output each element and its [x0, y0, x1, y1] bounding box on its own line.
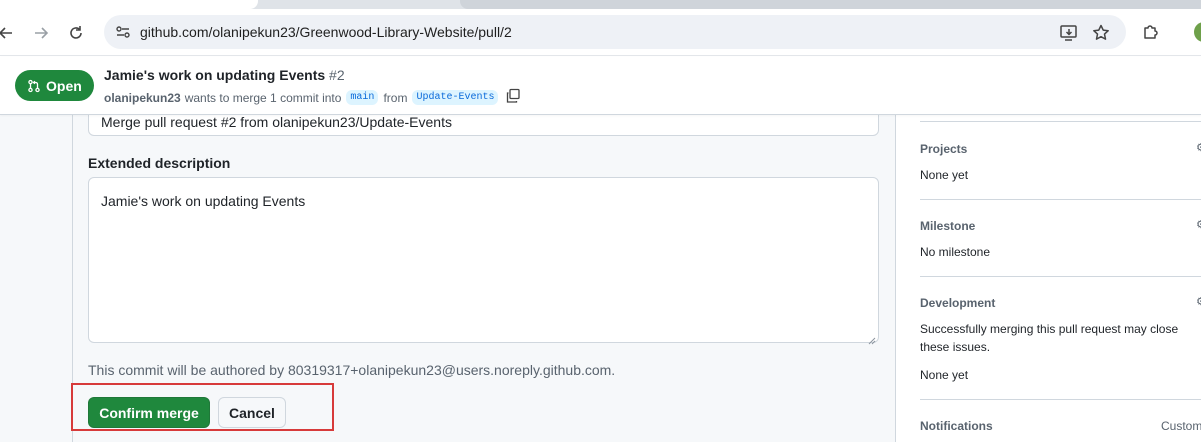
sidebar-divider — [920, 121, 1201, 122]
development-gear-icon[interactable]: ⚙ — [1196, 295, 1201, 308]
projects-value: None yet — [920, 168, 969, 182]
development-value: None yet — [920, 368, 969, 382]
pr-title-text: Jamie's work on updating Events — [104, 67, 326, 83]
notifications-customize-link[interactable]: Customize — [1161, 419, 1201, 433]
install-app-icon[interactable] — [1059, 23, 1079, 43]
active-tab-edge[interactable] — [0, 0, 258, 9]
cancel-button[interactable]: Cancel — [218, 397, 286, 428]
browser-toolbar: github.com/olanipekun23/Greenwood-Librar… — [0, 9, 1201, 56]
milestone-heading[interactable]: Milestone — [920, 219, 975, 233]
inactive-tab-edge[interactable] — [460, 0, 1201, 9]
address-bar[interactable]: github.com/olanipekun23/Greenwood-Librar… — [104, 15, 1126, 49]
copy-icon[interactable] — [505, 88, 521, 107]
projects-gear-icon[interactable]: ⚙ — [1196, 141, 1201, 154]
base-branch-label[interactable]: main — [346, 90, 379, 105]
pr-number: #2 — [329, 67, 345, 83]
pr-meta-text: wants to merge 1 commit into — [184, 90, 342, 105]
extensions-puzzle-icon[interactable] — [1141, 22, 1161, 42]
milestone-gear-icon[interactable]: ⚙ — [1196, 218, 1201, 231]
pr-meta: olanipekun23 wants to merge 1 commit int… — [104, 88, 521, 107]
resize-grip-icon[interactable] — [868, 332, 876, 345]
url-text[interactable]: github.com/olanipekun23/Greenwood-Librar… — [140, 24, 512, 40]
reload-icon[interactable] — [64, 21, 88, 45]
pr-state-badge: Open — [15, 70, 94, 101]
bookmark-star-icon[interactable] — [1091, 23, 1111, 43]
projects-heading[interactable]: Projects — [920, 142, 967, 156]
extended-description-value: Jamie's work on updating Events — [101, 193, 306, 209]
confirm-merge-button[interactable]: Confirm merge — [88, 397, 210, 428]
sidebar-divider — [920, 399, 1201, 400]
milestone-value: No milestone — [920, 245, 991, 259]
commit-author-note: This commit will be authored by 80319317… — [88, 362, 616, 378]
git-pull-request-icon — [28, 79, 40, 92]
head-branch-label[interactable]: Update-Events — [412, 90, 499, 105]
notifications-heading: Notifications — [920, 419, 993, 433]
forward-icon[interactable] — [29, 21, 53, 45]
development-description: Successfully merging this pull request m… — [920, 322, 1179, 354]
pr-sticky-header: Open Jamie's work on updating Events #2 … — [0, 57, 1201, 115]
extended-description-label: Extended description — [88, 155, 231, 171]
site-settings-icon[interactable] — [114, 23, 132, 41]
back-icon[interactable] — [0, 21, 18, 45]
pr-author-link[interactable]: olanipekun23 — [104, 91, 181, 105]
development-heading[interactable]: Development — [920, 296, 995, 310]
sidebar-divider — [920, 276, 1201, 277]
pr-title: Jamie's work on updating Events #2 — [104, 67, 345, 83]
pr-state-label: Open — [46, 77, 82, 94]
pr-meta-from: from — [383, 90, 408, 105]
pr-sidebar — [896, 115, 1201, 442]
sidebar-divider — [920, 199, 1201, 200]
tab-strip — [0, 0, 1201, 9]
profile-avatar[interactable] — [1194, 22, 1201, 42]
extended-description-textarea[interactable]: Jamie's work on updating Events — [88, 177, 879, 345]
